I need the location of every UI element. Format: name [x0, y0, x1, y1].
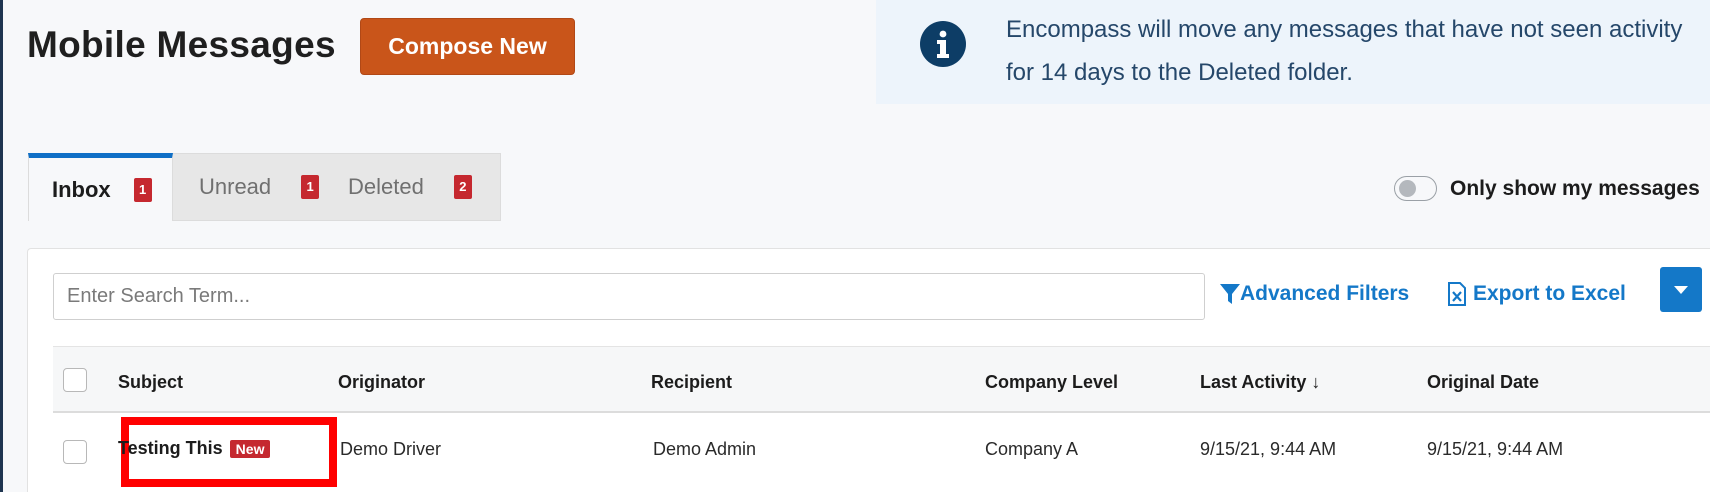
info-icon	[920, 21, 966, 67]
filter-icon	[1220, 284, 1240, 304]
column-header-recipient[interactable]: Recipient	[651, 372, 732, 393]
tab-deleted-label: Deleted	[348, 174, 424, 199]
more-options-dropdown-button[interactable]	[1660, 267, 1702, 312]
messages-panel: Advanced Filters Export to Excel Subject…	[27, 248, 1710, 492]
excel-file-icon	[1448, 282, 1466, 306]
tab-deleted-count-badge: 2	[453, 175, 472, 199]
new-badge: New	[229, 439, 271, 458]
only-my-messages-toggle-group: Only show my messages	[1394, 176, 1700, 201]
column-header-last-activity[interactable]: Last Activity ↓	[1200, 372, 1320, 393]
left-edge-bar	[0, 0, 3, 492]
advanced-filters-label: Advanced Filters	[1240, 282, 1410, 305]
export-to-excel-link[interactable]: Export to Excel	[1448, 282, 1626, 306]
info-banner: Encompass will move any messages that ha…	[876, 0, 1710, 104]
compose-new-button[interactable]: Compose New	[360, 18, 575, 75]
only-my-messages-toggle[interactable]	[1394, 176, 1437, 201]
toggle-knob	[1399, 180, 1416, 197]
tab-inbox-label: Inbox	[52, 176, 111, 202]
select-all-checkbox[interactable]	[63, 368, 87, 392]
message-tabs: Inbox 1 Unread 1 Deleted 2	[28, 153, 501, 221]
last-activity-cell: 9/15/21, 9:44 AM	[1200, 439, 1337, 459]
row-checkbox[interactable]	[63, 440, 87, 464]
page-title: Mobile Messages	[27, 24, 336, 65]
table-row[interactable]: Testing This New Demo Driver Demo Admin …	[53, 413, 1710, 492]
tab-unread-label: Unread	[199, 174, 272, 199]
originator-cell: Demo Driver	[340, 439, 442, 459]
table-header: Subject Originator Recipient Company Lev…	[53, 346, 1710, 413]
search-input[interactable]	[53, 273, 1205, 320]
caret-down-icon	[1674, 285, 1688, 294]
column-header-originator[interactable]: Originator	[338, 372, 425, 393]
only-my-messages-label: Only show my messages	[1450, 176, 1700, 200]
subject-cell[interactable]: Testing This New	[118, 438, 271, 459]
tab-inbox-count-badge: 1	[133, 177, 152, 202]
original-date-cell: 9/15/21, 9:44 AM	[1427, 439, 1564, 459]
advanced-filters-link[interactable]: Advanced Filters	[1220, 282, 1409, 306]
mobile-messages-page: Mobile Messages Compose New Encompass wi…	[0, 0, 1710, 492]
subject-text: Testing This	[118, 438, 223, 458]
tab-deleted[interactable]: Deleted 2	[335, 153, 501, 221]
tab-unread-count-badge: 1	[301, 175, 320, 199]
company-level-cell: Company A	[985, 439, 1079, 459]
info-banner-text: Encompass will move any messages that ha…	[1006, 16, 1683, 86]
column-header-original-date[interactable]: Original Date	[1427, 372, 1539, 393]
column-header-subject[interactable]: Subject	[118, 372, 183, 393]
export-to-excel-label: Export to Excel	[1473, 282, 1626, 305]
tab-unread[interactable]: Unread 1	[173, 153, 335, 221]
column-header-company-level[interactable]: Company Level	[985, 372, 1118, 393]
tab-inbox[interactable]: Inbox 1	[28, 153, 173, 221]
recipient-cell: Demo Admin	[653, 439, 757, 459]
